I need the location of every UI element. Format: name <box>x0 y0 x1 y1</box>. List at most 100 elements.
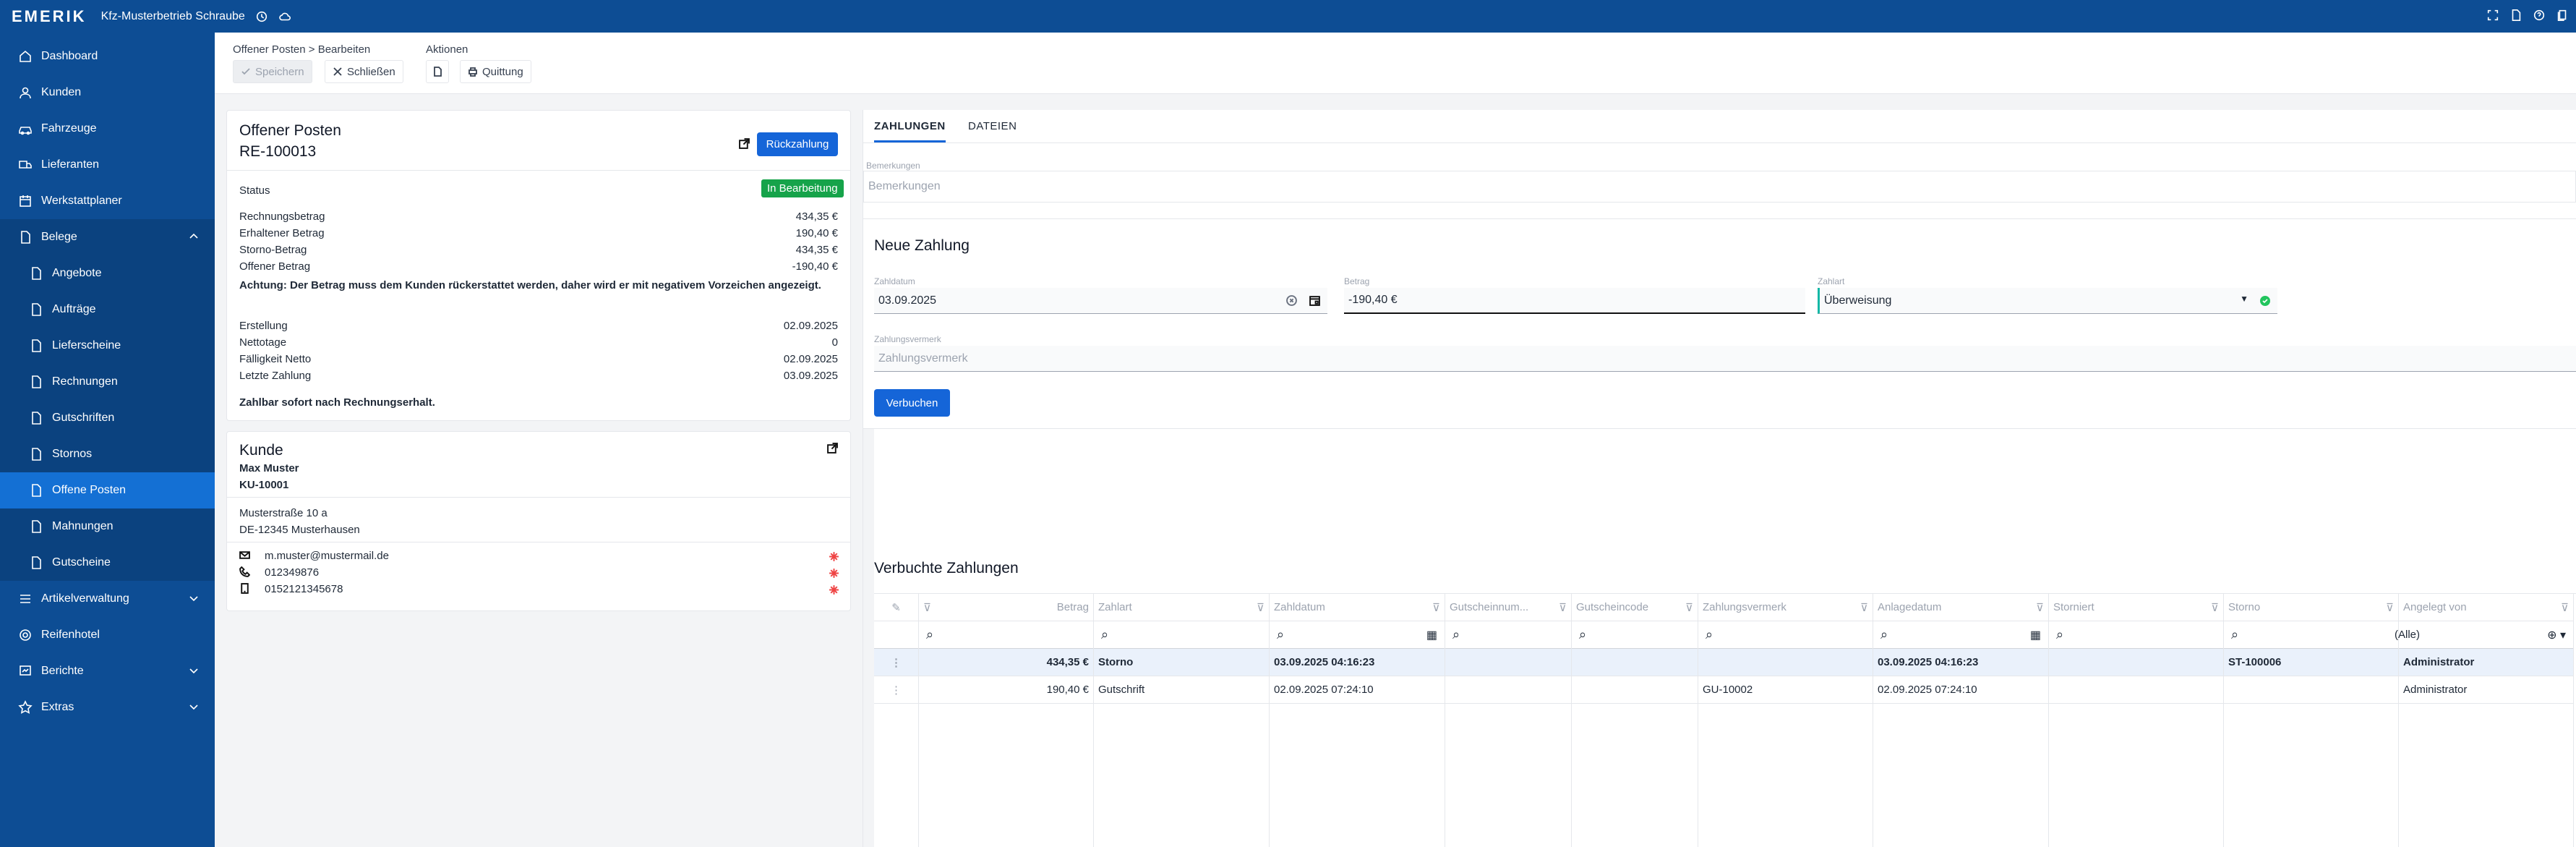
search-icon: ⌕ <box>926 627 934 642</box>
amount-value: 434,35 € <box>795 210 838 223</box>
filter-icon[interactable]: ⊽ <box>1860 601 1868 614</box>
dropdown-arrow-icon[interactable]: ▼ <box>2240 294 2248 304</box>
date-label: Nettotage <box>239 336 287 349</box>
cloud-sync-icon[interactable] <box>278 10 291 23</box>
column-filter-input[interactable]: ⌕ <box>1445 621 1571 649</box>
column-filter-input[interactable]: ⌕ <box>1572 621 1698 649</box>
table-cell: 03.09.2025 04:16:23 <box>1873 649 2048 676</box>
documents-icon[interactable] <box>2556 9 2569 22</box>
refund-button[interactable]: Rückzahlung <box>757 132 838 156</box>
date-input[interactable]: 03.09.2025 <box>874 288 1327 314</box>
app-logo[interactable]: EMERIK <box>12 7 87 26</box>
pdf-button[interactable] <box>426 60 449 83</box>
email-row: m.muster@mustermail.de <box>239 550 838 562</box>
column-header[interactable]: Zahlungsvermerk ⊽ <box>1698 594 1873 621</box>
external-link-icon[interactable] <box>827 443 838 457</box>
sidebar-item-belege[interactable]: Belege <box>0 219 215 255</box>
sidebar-item-gutschriften[interactable]: Gutschriften <box>0 400 215 436</box>
dropdown-arrow-icon[interactable]: ⊕ ▾ <box>2547 628 2566 642</box>
chevron-up-icon <box>189 233 198 239</box>
payment-type-select[interactable]: Überweisung ▼ <box>1818 288 2277 314</box>
table-cell: Administrator <box>2399 676 2573 704</box>
help-icon[interactable] <box>2533 9 2546 22</box>
close-button[interactable]: Schließen <box>325 60 403 83</box>
sidebar-item-auftraege[interactable]: Aufträge <box>0 291 215 328</box>
sidebar-item-artikelverwaltung[interactable]: Artikelverwaltung <box>0 581 215 617</box>
filter-icon[interactable]: ⊽ <box>1432 601 1440 614</box>
save-button[interactable]: Speichern <box>233 60 312 83</box>
column-header[interactable]: Anlagedatum ⊽ <box>1873 594 2048 621</box>
column-filter-input[interactable]: ⌕ ▦ <box>1270 621 1445 649</box>
tab-zahlungen[interactable]: ZAHLUNGEN <box>874 120 946 142</box>
column-filter-input[interactable]: (Alle) ⊕ ▾ <box>2395 621 2573 649</box>
sidebar-item-dashboard[interactable]: Dashboard <box>0 38 215 75</box>
sidebar-item-mahnungen[interactable]: Mahnungen <box>0 508 215 545</box>
column-header[interactable]: Gutscheinnum... ⊽ <box>1445 594 1571 621</box>
column-filter-input[interactable]: ⌕ ▦ <box>1873 621 2048 649</box>
row-menu-icon[interactable]: ⋮ <box>874 676 918 704</box>
row-menu-icon[interactable]: ⋮ <box>874 649 918 676</box>
column-header[interactable]: Zahlart ⊽ <box>1094 594 1269 621</box>
filter-icon[interactable]: ⊽ <box>1685 601 1693 614</box>
warning-icon[interactable] <box>829 584 839 599</box>
column-header[interactable]: Angelegt von ⊽ <box>2399 594 2573 621</box>
sidebar-item-berichte[interactable]: Berichte <box>0 653 215 689</box>
sidebar-item-angebote[interactable]: Angebote <box>0 255 215 291</box>
filter-icon[interactable]: ⊽ <box>2386 601 2394 614</box>
filter-icon[interactable]: ⊽ <box>2211 601 2219 614</box>
warning-icon[interactable] <box>829 551 839 566</box>
book-button[interactable]: Verbuchen <box>874 389 950 417</box>
filter-spacer[interactable] <box>874 621 918 649</box>
column-header[interactable]: Zahldatum ⊽ <box>1270 594 1445 621</box>
file-icon[interactable] <box>2509 9 2522 22</box>
column-header[interactable]: Storniert ⊽ <box>2049 594 2223 621</box>
sidebar-item-werkstattplaner[interactable]: Werkstattplaner <box>0 183 215 219</box>
calendar-icon[interactable]: ▦ <box>1426 628 1437 642</box>
filter-icon[interactable]: ⊽ <box>1559 601 1567 614</box>
filter-icon[interactable]: ⊽ <box>923 601 931 614</box>
filter-icon[interactable]: ⊽ <box>2036 601 2044 614</box>
column-filter-input[interactable]: ⌕ <box>919 621 1093 649</box>
column-header[interactable]: Gutscheincode ⊽ <box>1572 594 1698 621</box>
external-link-icon[interactable] <box>739 138 750 153</box>
sidebar-item-offene-posten[interactable]: Offene Posten <box>0 472 215 508</box>
invoice-number: RE-100013 <box>239 143 317 160</box>
customer-phone[interactable]: 012349876 <box>265 566 319 579</box>
note-input[interactable]: Zahlungsvermerk <box>874 346 2576 372</box>
sidebar-item-lieferanten[interactable]: Lieferanten <box>0 147 215 183</box>
sidebar-item-stornos[interactable]: Stornos <box>0 436 215 472</box>
column-filter-input[interactable]: ⌕ <box>1698 621 1873 649</box>
column-header[interactable]: Storno ⊽ <box>2224 594 2398 621</box>
calendar-icon[interactable]: ▦ <box>2030 628 2041 642</box>
sidebar-item-lieferscheine[interactable]: Lieferscheine <box>0 328 215 364</box>
column-filter-input[interactable]: ⌕ <box>2224 621 2398 649</box>
history-icon[interactable] <box>255 10 268 23</box>
clear-icon[interactable] <box>1286 295 1297 306</box>
edit-icon[interactable]: ✎ <box>874 594 918 621</box>
tab-dateien[interactable]: DATEIEN <box>968 120 1017 132</box>
column-filter-input[interactable]: ⌕ <box>2049 621 2223 649</box>
sidebar-item-extras[interactable]: Extras <box>0 689 215 725</box>
warning-icon[interactable] <box>829 568 839 582</box>
customer-street: Musterstraße 10 a <box>239 507 328 519</box>
sidebar-item-gutscheine[interactable]: Gutscheine <box>0 545 215 581</box>
filter-icon[interactable]: ⊽ <box>1257 601 1265 614</box>
filter-icon[interactable]: ⊽ <box>2561 601 2569 614</box>
sidebar-item-kunden[interactable]: Kunden <box>0 75 215 111</box>
remarks-field[interactable]: Bemerkungen <box>863 171 2576 203</box>
amount-input[interactable]: -190,40 € <box>1344 288 1805 314</box>
customer-email[interactable]: m.muster@mustermail.de <box>265 550 389 562</box>
table-cell: 434,35 € <box>919 649 1093 676</box>
receipt-button[interactable]: Quittung <box>460 60 531 83</box>
column-filter-input[interactable]: ⌕ <box>1094 621 1269 649</box>
amount-value: 434,35 € <box>795 244 838 256</box>
fullscreen-icon[interactable] <box>2486 9 2499 22</box>
sidebar-item-fahrzeuge[interactable]: Fahrzeuge <box>0 111 215 147</box>
customer-mobile[interactable]: 0152121345678 <box>265 583 343 595</box>
tab-bar: ZAHLUNGEN DATEIEN <box>863 110 2576 143</box>
sidebar-item-reifenhotel[interactable]: Reifenhotel <box>0 617 215 653</box>
sidebar-item-rechnungen[interactable]: Rechnungen <box>0 364 215 400</box>
column-header[interactable]: ⊽ Betrag <box>919 594 1093 621</box>
remarks-label: Bemerkungen <box>866 161 920 171</box>
calendar-icon[interactable] <box>1309 295 1320 306</box>
